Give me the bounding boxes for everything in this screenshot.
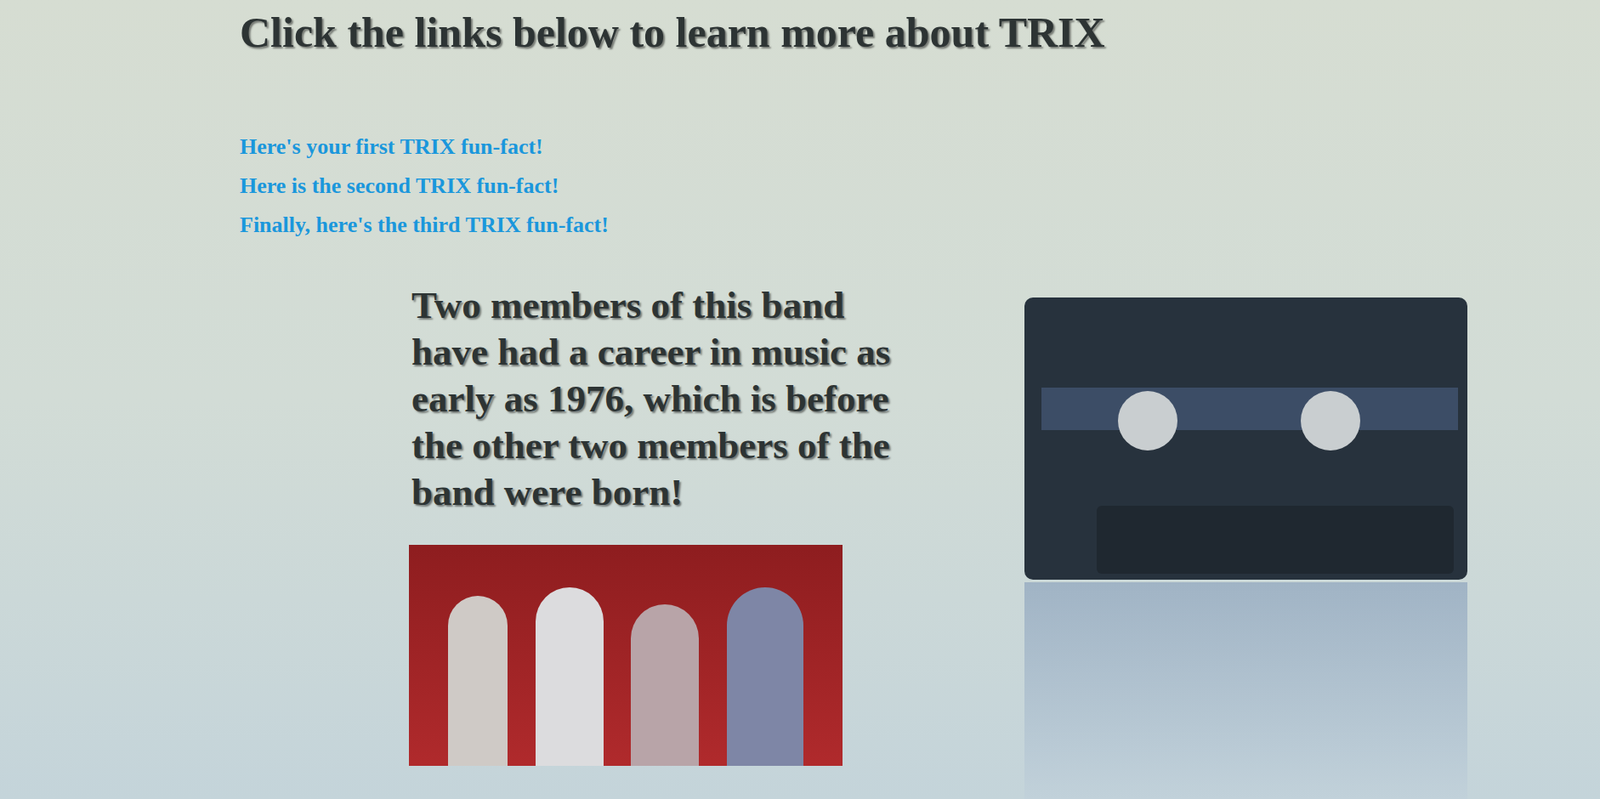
band-member [726,587,804,766]
band-photo [408,544,843,766]
cassette-photo [1024,297,1468,580]
cassette-reflection [1024,582,1468,799]
cassette-reel [1300,391,1361,451]
page: Click the links below to learn more abou… [0,0,1600,799]
cassette-bottom [1096,505,1454,574]
fact-link[interactable]: Finally, here's the third TRIX fun-fact! [239,205,609,245]
content: Click the links below to learn more abou… [0,0,1600,766]
cassette-reel [1117,391,1178,451]
fact-link[interactable]: Here's your first TRIX fun-fact! [239,127,609,167]
band-member [535,587,604,766]
band-member [630,604,699,766]
fact-link[interactable]: Here is the second TRIX fun-fact! [239,166,609,206]
fun-fact: Two members of this band have had a care… [411,282,897,517]
cassette-window [1041,387,1459,431]
band-member [448,595,508,766]
fact-links: Here's your first TRIX fun-fact!Here is … [239,127,609,245]
page-heading: Click the links below to learn more abou… [239,6,1106,58]
